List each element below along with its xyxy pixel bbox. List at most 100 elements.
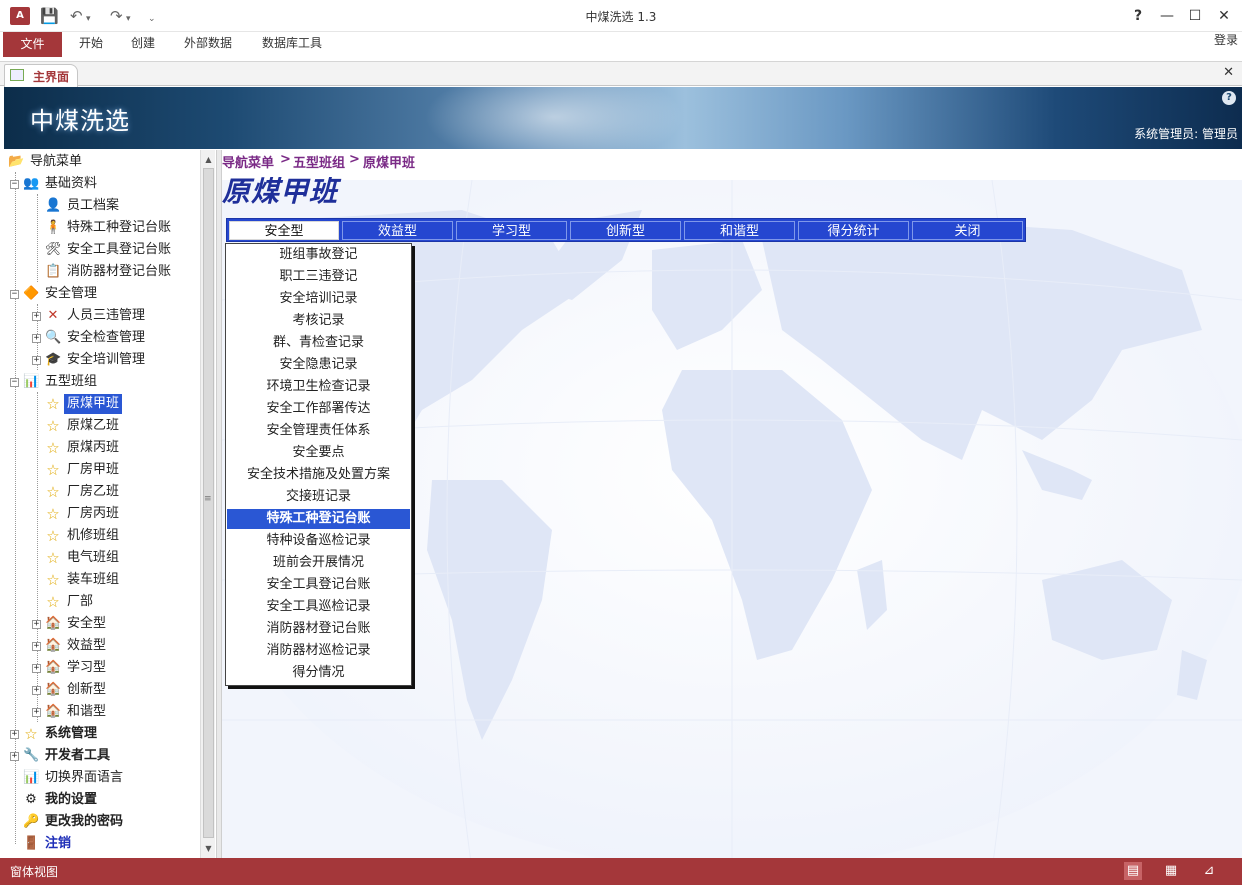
collapse-icon[interactable]: − xyxy=(10,377,19,387)
dropdown-item[interactable]: 环境卫生检查记录 xyxy=(227,377,410,397)
expand-icon[interactable]: + xyxy=(10,729,19,739)
dropdown-item[interactable]: 班前会开展情况 xyxy=(227,553,410,573)
sidebar-item[interactable]: 📊 切换界面语言 xyxy=(10,768,126,788)
sidebar-item[interactable]: ☆ 厂部 xyxy=(32,592,96,612)
sidebar-item[interactable]: ⚙ 我的设置 xyxy=(10,790,100,810)
ribbon-tab-database-tools[interactable]: 数据库工具 xyxy=(262,32,322,57)
sidebar-item[interactable]: ☆ 装车班组 xyxy=(32,570,122,590)
dropdown-item[interactable]: 交接班记录 xyxy=(227,487,410,507)
menu-tab-close[interactable]: 关闭 xyxy=(912,221,1023,240)
datasheet-view-icon[interactable]: ▦ xyxy=(1162,862,1180,880)
sidebar-item[interactable]: + 🏠 安全型 xyxy=(32,614,109,634)
sidebar-item[interactable]: 👤 员工档案 xyxy=(32,196,122,216)
redo-icon[interactable]: ↷ xyxy=(110,6,123,26)
expand-icon[interactable]: + xyxy=(10,751,19,761)
scroll-down-icon[interactable]: ▼ xyxy=(201,841,216,856)
expand-icon[interactable]: + xyxy=(32,663,41,673)
ribbon-tab-home[interactable]: 开始 xyxy=(79,32,103,57)
menu-tab-safety[interactable]: 安全型 xyxy=(229,221,339,240)
expand-icon[interactable]: + xyxy=(32,685,41,695)
dropdown-item[interactable]: 考核记录 xyxy=(227,311,410,331)
breadcrumb-five-teams[interactable]: 五型班组 xyxy=(293,152,345,171)
expand-icon[interactable]: + xyxy=(32,355,41,365)
menu-tab-benefit[interactable]: 效益型 xyxy=(342,221,453,240)
dropdown-item[interactable]: 消防器材登记台账 xyxy=(227,619,410,639)
sidebar-item[interactable]: − 🔶 安全管理 xyxy=(10,284,100,304)
document-tab-main[interactable]: 主界面 xyxy=(4,64,78,87)
sidebar-item[interactable]: + ✕ 人员三违管理 xyxy=(32,306,148,326)
sidebar-item[interactable]: ☆ 电气班组 xyxy=(32,548,122,568)
close-window-button[interactable]: ✕ xyxy=(1210,6,1238,26)
undo-dropdown-icon[interactable]: ▾ xyxy=(86,9,91,29)
scroll-up-icon[interactable]: ▲ xyxy=(201,152,216,167)
minimize-button[interactable]: — xyxy=(1153,6,1181,26)
login-link[interactable]: 登录 xyxy=(1214,32,1238,48)
sidebar-item[interactable]: 🔑 更改我的密码 xyxy=(10,812,126,832)
save-icon[interactable]: 💾 xyxy=(40,6,59,26)
dropdown-item[interactable]: 特殊工种登记台账 xyxy=(227,509,410,529)
dropdown-item[interactable]: 安全隐患记录 xyxy=(227,355,410,375)
ribbon-tab-create[interactable]: 创建 xyxy=(131,32,155,57)
sidebar-item[interactable]: + 🎓 安全培训管理 xyxy=(32,350,148,370)
help-button[interactable]: ? xyxy=(1124,6,1152,26)
dropdown-item[interactable]: 安全工具巡检记录 xyxy=(227,597,410,617)
sidebar-item[interactable]: + 🏠 效益型 xyxy=(32,636,109,656)
menu-tab-harmony[interactable]: 和谐型 xyxy=(684,221,795,240)
dropdown-item[interactable]: 安全工具登记台账 xyxy=(227,575,410,595)
form-view-icon[interactable]: ▤ xyxy=(1124,862,1142,880)
dropdown-item[interactable]: 安全要点 xyxy=(227,443,410,463)
close-document-button[interactable]: ✕ xyxy=(1223,65,1234,80)
expand-icon[interactable]: + xyxy=(32,641,41,651)
sidebar-item[interactable]: ☆ 厂房丙班 xyxy=(32,504,122,524)
sidebar-item[interactable]: 📂 导航菜单 xyxy=(8,152,85,172)
sidebar-item[interactable]: − 👥 基础资料 xyxy=(10,174,100,194)
sidebar-item[interactable]: + ☆ 系统管理 xyxy=(10,724,100,744)
sidebar-item[interactable]: − 📊 五型班组 xyxy=(10,372,100,392)
dropdown-item[interactable]: 得分情况 xyxy=(227,663,410,683)
menu-tab-score-stats[interactable]: 得分统计 xyxy=(798,221,909,240)
sidebar-item[interactable]: + 🔧 开发者工具 xyxy=(10,746,113,766)
sidebar-item[interactable]: 📋 消防器材登记台账 xyxy=(32,262,174,282)
menu-tab-learning[interactable]: 学习型 xyxy=(456,221,567,240)
sidebar-item[interactable]: 🚪 注销 xyxy=(10,834,74,854)
dropdown-item[interactable]: 班组事故登记 xyxy=(227,245,410,265)
dropdown-item[interactable]: 安全培训记录 xyxy=(227,289,410,309)
sidebar-item[interactable]: ☆ 机修班组 xyxy=(32,526,122,546)
sidebar-item[interactable]: ☆ 厂房乙班 xyxy=(32,482,122,502)
dropdown-item[interactable]: 消防器材巡检记录 xyxy=(227,641,410,661)
layout-view-icon[interactable]: ⊿ xyxy=(1200,862,1218,880)
sidebar-item[interactable]: + 🏠 学习型 xyxy=(32,658,109,678)
sidebar-item[interactable]: 🛠 安全工具登记台账 xyxy=(32,240,174,260)
sidebar-item[interactable]: ☆ 原煤甲班 xyxy=(32,394,123,414)
dropdown-item[interactable]: 安全技术措施及处置方案 xyxy=(227,465,410,485)
sidebar-item[interactable]: + 🏠 创新型 xyxy=(32,680,109,700)
sidebar-item[interactable]: + 🔍 安全检查管理 xyxy=(32,328,148,348)
redo-dropdown-icon[interactable]: ▾ xyxy=(126,9,131,29)
collapse-icon[interactable]: − xyxy=(10,179,19,189)
breadcrumb-nav-menu[interactable]: 导航菜单 xyxy=(222,152,274,171)
dropdown-item[interactable]: 职工三违登记 xyxy=(227,267,410,287)
sidebar-item[interactable]: + 🏠 和谐型 xyxy=(32,702,109,722)
menu-tab-innovation[interactable]: 创新型 xyxy=(570,221,681,240)
dropdown-item[interactable]: 安全工作部署传达 xyxy=(227,399,410,419)
sidebar-item[interactable]: ☆ 厂房甲班 xyxy=(32,460,122,480)
ribbon-tab-external-data[interactable]: 外部数据 xyxy=(184,32,232,57)
expand-icon[interactable]: + xyxy=(32,707,41,717)
navigation-scrollbar[interactable]: ▲ ≡ ▼ xyxy=(200,150,215,858)
file-tab[interactable]: 文件 xyxy=(3,32,62,57)
dropdown-item[interactable]: 群、青检查记录 xyxy=(227,333,410,353)
dropdown-item[interactable]: 特种设备巡检记录 xyxy=(227,531,410,551)
expand-icon[interactable]: + xyxy=(32,619,41,629)
sidebar-item-label: 和谐型 xyxy=(67,704,107,719)
sidebar-item[interactable]: ☆ 原煤丙班 xyxy=(32,438,122,458)
maximize-button[interactable]: ☐ xyxy=(1181,6,1209,26)
sidebar-item[interactable]: ☆ 原煤乙班 xyxy=(32,416,122,436)
help-icon[interactable]: ? xyxy=(1222,91,1236,105)
collapse-icon[interactable]: − xyxy=(10,289,19,299)
expand-icon[interactable]: + xyxy=(32,311,41,321)
customize-icon[interactable]: ⌄ xyxy=(148,9,156,29)
sidebar-item[interactable]: 🧍 特殊工种登记台账 xyxy=(32,218,174,238)
expand-icon[interactable]: + xyxy=(32,333,41,343)
undo-icon[interactable]: ↶ xyxy=(70,6,83,26)
dropdown-item[interactable]: 安全管理责任体系 xyxy=(227,421,410,441)
